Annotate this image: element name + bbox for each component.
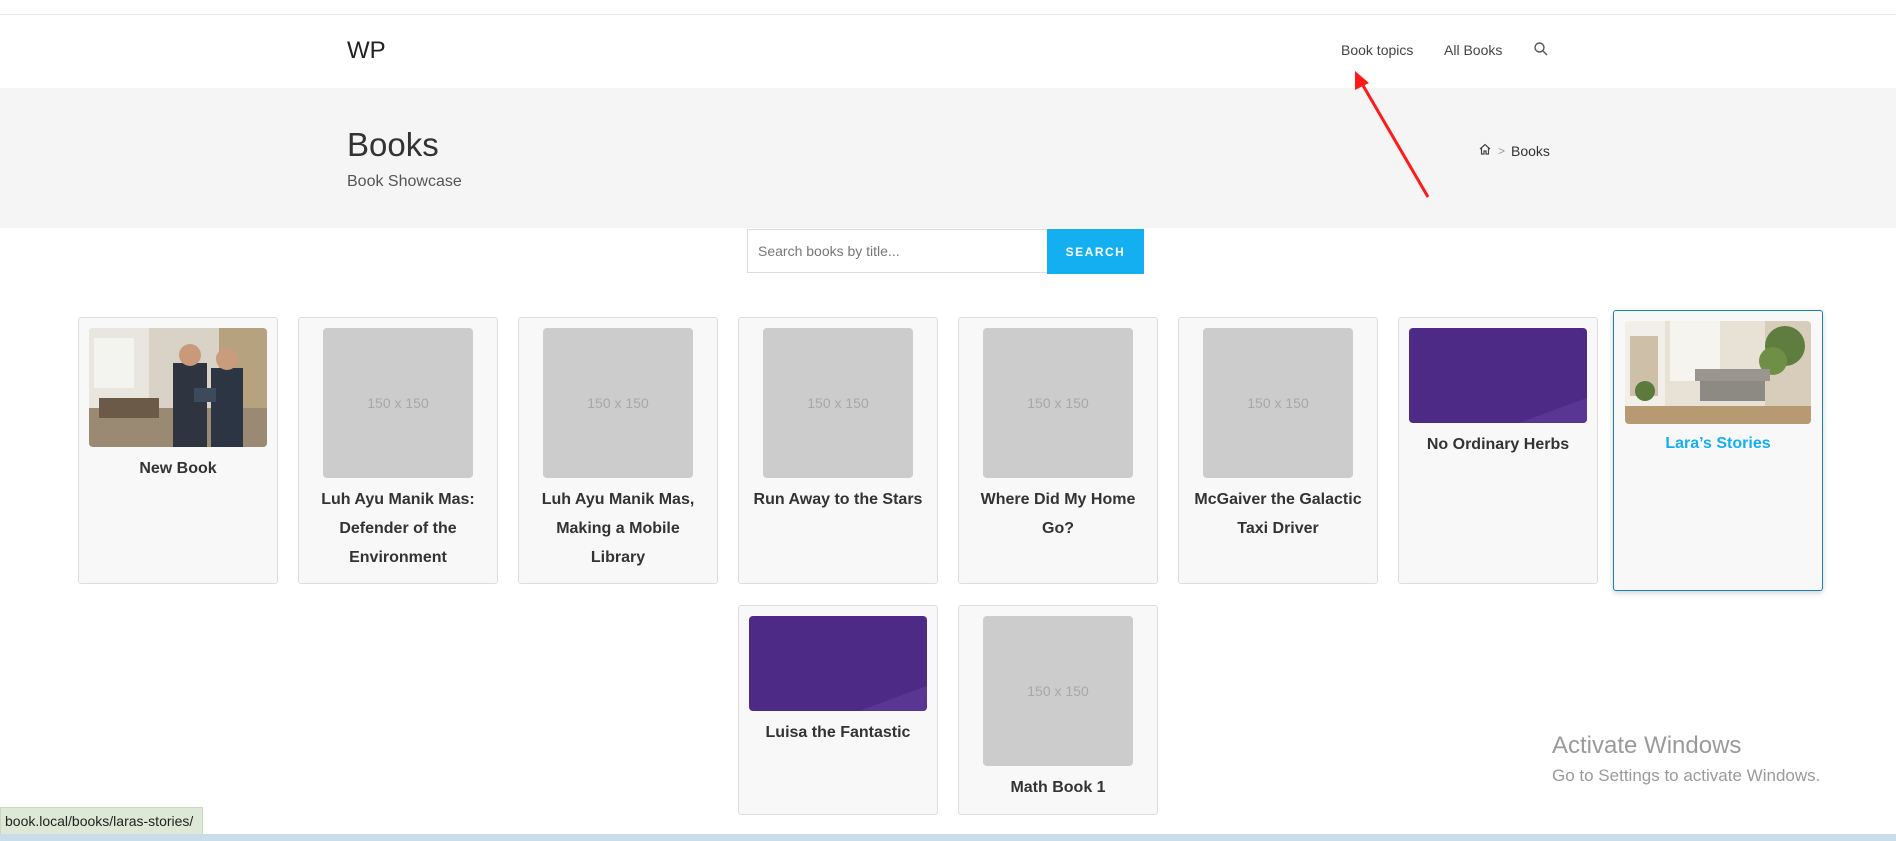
page-subtitle: Book Showcase [347,173,462,190]
breadcrumb: > Books [1478,142,1550,159]
book-cover-placeholder: 150 x 150 [1203,328,1353,478]
watermark-line2: Go to Settings to activate Windows. [1552,766,1821,785]
book-card[interactable]: No Ordinary Herbs [1398,317,1598,584]
windows-activation-watermark: Activate Windows Go to Settings to activ… [1552,732,1820,786]
breadcrumb-current: Books [1511,142,1550,159]
top-edge [0,0,1896,15]
search-button[interactable]: SEARCH [1047,229,1144,274]
book-title[interactable]: Math Book 1 [967,773,1149,802]
book-title[interactable]: Run Away to the Stars [747,485,929,514]
book-card[interactable]: 150 x 150 Luh Ayu Manik Mas, Making a Mo… [518,317,718,584]
book-card[interactable]: Luisa the Fantastic [738,605,938,815]
book-card[interactable]: 150 x 150 Run Away to the Stars [738,317,938,584]
book-search-input[interactable] [747,229,1047,273]
book-search-form: SEARCH [747,229,1144,274]
book-cover-placeholder: 150 x 150 [323,328,473,478]
book-title[interactable]: Luh Ayu Manik Mas: Defender of the Envir… [307,485,489,572]
book-cover-placeholder: 150 x 150 [763,328,913,478]
status-bar-url: book.local/books/laras-stories/ [0,807,204,835]
book-title[interactable]: McGaiver the Galactic Taxi Driver [1187,485,1369,543]
page-header-band [0,88,1896,228]
watermark-line1: Activate Windows [1552,732,1742,759]
book-title[interactable]: No Ordinary Herbs [1407,430,1589,459]
book-cover-placeholder: 150 x 150 [543,328,693,478]
book-card[interactable]: 150 x 150 McGaiver the Galactic Taxi Dri… [1178,317,1378,584]
site-logo[interactable]: WP [347,37,386,65]
book-card[interactable]: 150 x 150 Math Book 1 [958,605,1158,815]
book-card[interactable]: New Book [78,317,278,584]
book-cover-image [1409,328,1587,423]
book-card-hovered[interactable]: Lara’s Stories [1613,310,1823,591]
book-title[interactable]: Luisa the Fantastic [747,718,929,747]
book-title[interactable]: Where Did My Home Go? [967,485,1149,543]
site-header [0,15,1896,88]
breadcrumb-separator: > [1498,143,1506,158]
taskbar-edge [0,834,1896,841]
nav-book-topics[interactable]: Book topics [1341,42,1413,58]
book-cover-placeholder: 150 x 150 [983,616,1133,766]
book-card[interactable]: 150 x 150 Where Did My Home Go? [958,317,1158,584]
book-title[interactable]: Lara’s Stories [1622,429,1814,458]
book-cover-image [1625,321,1811,424]
book-title[interactable]: Luh Ayu Manik Mas, Making a Mobile Libra… [527,485,709,572]
nav-all-books[interactable]: All Books [1444,42,1502,58]
book-title[interactable]: New Book [87,454,269,483]
home-icon[interactable] [1478,142,1492,159]
page-title: Books [347,126,439,163]
search-icon[interactable] [1533,41,1549,57]
book-cover-placeholder: 150 x 150 [983,328,1133,478]
book-cover-image [749,616,927,711]
book-card[interactable]: 150 x 150 Luh Ayu Manik Mas: Defender of… [298,317,498,584]
book-cover-image [89,328,267,447]
